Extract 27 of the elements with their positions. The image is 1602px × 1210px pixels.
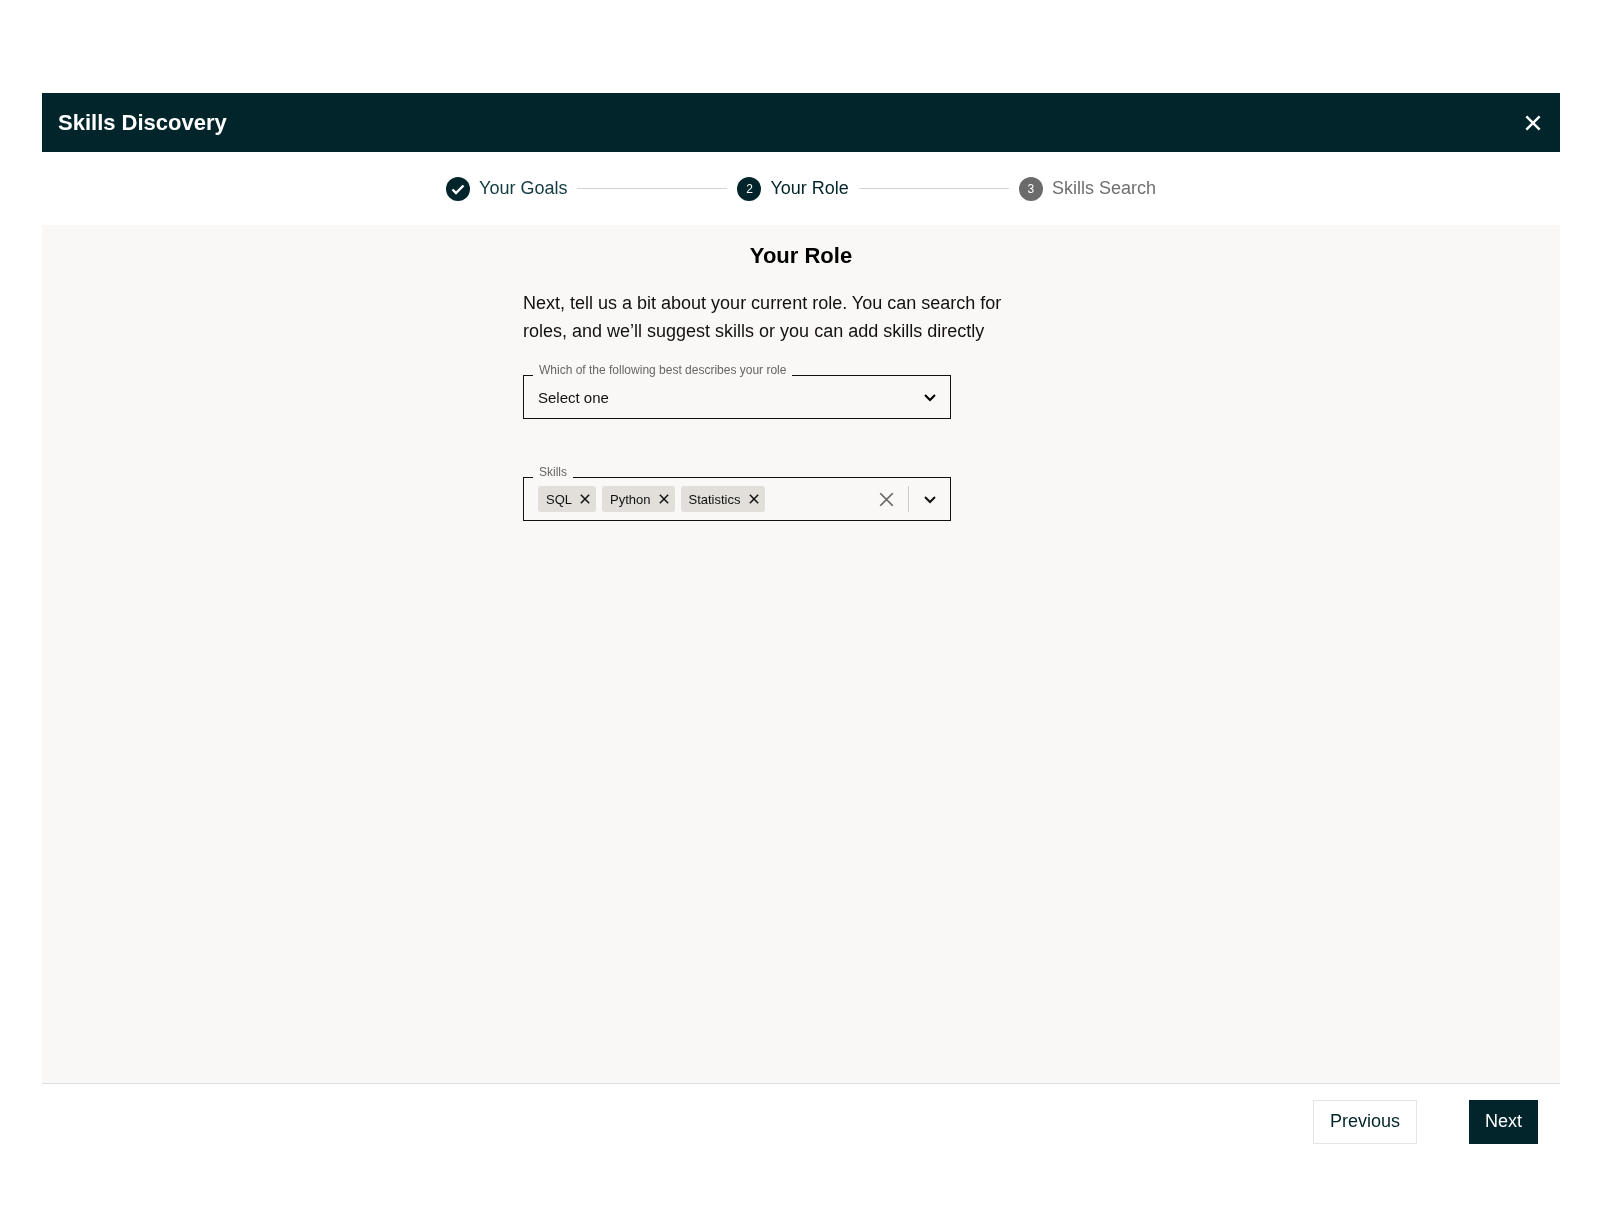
section-title: Your Role — [748, 243, 854, 269]
step-number: 3 — [1018, 176, 1043, 201]
close-icon — [748, 494, 759, 504]
tag-label: Python — [610, 491, 651, 507]
close-icon — [1525, 114, 1541, 131]
remove-tag-button[interactable] — [658, 494, 669, 504]
skills-select[interactable]: Skills SQL Python Statistics — [523, 464, 951, 521]
role-select[interactable]: Which of the following best describes your role Select one — [523, 362, 951, 419]
close-icon — [879, 491, 894, 507]
step-number: 2 — [737, 176, 762, 201]
field-label: Skills — [533, 464, 573, 480]
step-label[interactable]: Your Goals — [479, 178, 568, 199]
tag-label: Statistics — [688, 491, 741, 507]
previous-button[interactable]: Previous — [1312, 1099, 1417, 1144]
field-label: Which of the following best describes your role — [533, 362, 793, 378]
step-label[interactable]: Your Role — [770, 178, 849, 199]
section-description: Next, tell us a bit about your current role. You can search for roles, and we’ll suggest skills or you can add skills directly — [523, 292, 1003, 343]
close-icon — [580, 494, 590, 504]
remove-tag-button[interactable] — [748, 494, 759, 504]
close-icon — [658, 494, 669, 504]
clear-button[interactable] — [879, 491, 894, 507]
next-button[interactable]: Next — [1469, 1099, 1538, 1144]
select-value: Select one — [538, 388, 610, 406]
remove-tag-button[interactable] — [580, 494, 590, 504]
tag-label: SQL — [546, 491, 572, 507]
dialog-title: Skills Discovery — [58, 109, 227, 136]
step-label[interactable]: Skills Search — [1051, 178, 1156, 199]
